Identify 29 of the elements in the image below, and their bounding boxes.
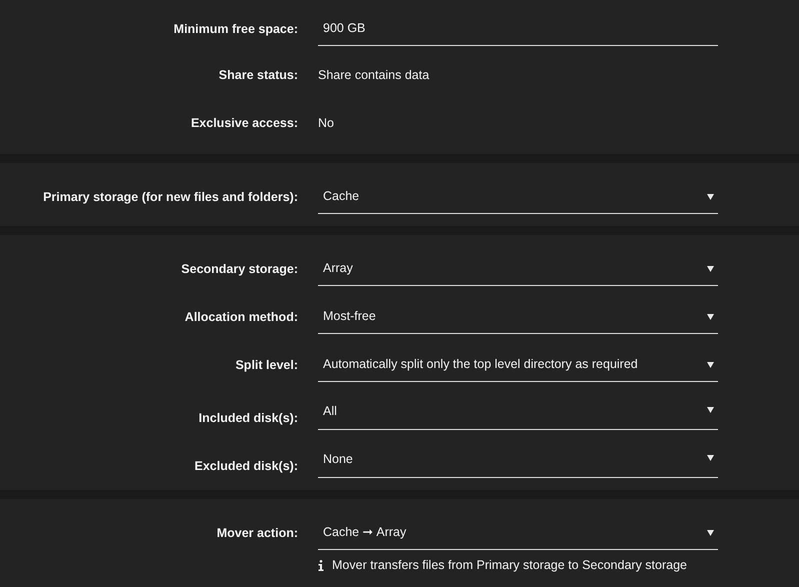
dropdown[interactable]: Array: [318, 252, 718, 286]
caret-icon: [707, 266, 714, 272]
caret-icon: [707, 362, 714, 368]
help-text: Mover transfers files from Primary storage to Secondary storage: [332, 557, 687, 574]
field-label: Mover action:: [216, 525, 298, 542]
dropdown[interactable]: None: [318, 444, 718, 478]
field-label: Allocation method:: [184, 308, 298, 326]
field-label: Exclusive access:: [190, 114, 298, 132]
field-label: Split level:: [234, 356, 298, 374]
caret-icon: [707, 314, 714, 320]
dropdown[interactable]: Automatically split only the top level directory as required: [318, 348, 718, 382]
field-label: Included disk(s):: [198, 410, 298, 428]
caret-icon: [707, 455, 714, 461]
field-label: Secondary storage:: [180, 260, 298, 278]
caret-icon: [707, 530, 714, 536]
field-value: Share contains data: [318, 68, 430, 82]
input-field[interactable]: 900 GB: [318, 12, 718, 46]
dropdown[interactable]: Cache: [318, 180, 718, 214]
field-label: Share status:: [218, 66, 298, 84]
info-icon: [318, 560, 324, 571]
dropdown[interactable]: Cache ➞ Array: [318, 516, 718, 550]
field-label: Excluded disk(s):: [194, 458, 298, 476]
field-label: Primary storage (for new files and folders):: [42, 188, 298, 206]
dropdown[interactable]: All: [318, 396, 718, 430]
field-value: No: [318, 116, 334, 130]
field-label: Minimum free space:: [172, 20, 298, 38]
caret-icon: [707, 407, 714, 413]
dropdown[interactable]: Most-free: [318, 300, 718, 334]
caret-icon: [707, 194, 714, 200]
